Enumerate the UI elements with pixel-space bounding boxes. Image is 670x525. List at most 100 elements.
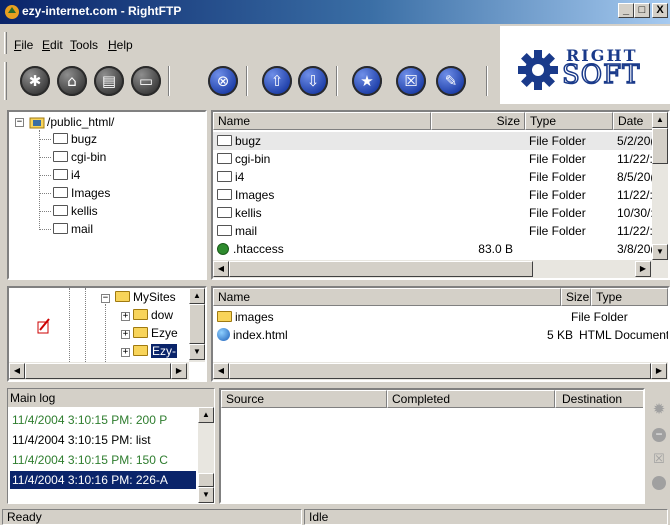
scroll-left-arrow[interactable]: ◀ xyxy=(213,261,229,277)
transfer-queue[interactable]: Source Completed Destination xyxy=(219,388,645,504)
properties-icon[interactable]: ☒ xyxy=(396,66,426,96)
menu-grip xyxy=(4,32,7,54)
column-header-size[interactable]: Size xyxy=(561,288,591,306)
scroll-thumb[interactable] xyxy=(198,473,214,487)
scroll-up-arrow[interactable]: ▲ xyxy=(198,407,214,423)
toolbar-separator xyxy=(168,66,170,96)
scroll-right-arrow[interactable]: ▶ xyxy=(635,261,651,277)
tree-item[interactable]: kellis xyxy=(53,204,98,218)
tree-item-selected[interactable]: Ezy- xyxy=(133,344,177,358)
scroll-left-arrow[interactable]: ◀ xyxy=(213,363,229,379)
local-folder-tree[interactable]: − MySites + dow + Ezye + Ezy- ▲ ▼ ◀ ▶ xyxy=(7,286,207,382)
connect-icon[interactable]: ✱ xyxy=(20,66,50,96)
site-manager-icon[interactable]: ▤ xyxy=(94,66,124,96)
vertical-scrollbar[interactable]: ▲ ▼ xyxy=(198,407,214,503)
tree-item[interactable]: dow xyxy=(133,308,173,322)
scroll-left-arrow[interactable]: ◀ xyxy=(9,363,25,379)
tree-item[interactable]: MySites xyxy=(115,290,176,304)
menu-tools[interactable]: Tools xyxy=(70,38,98,52)
log-list[interactable]: 11/4/2004 3:10:15 PM: 200 P 11/4/2004 3:… xyxy=(8,407,214,503)
scroll-thumb[interactable] xyxy=(652,128,668,164)
column-header-source[interactable]: Source xyxy=(221,390,387,408)
file-name: Images xyxy=(235,188,275,202)
scroll-thumb[interactable] xyxy=(25,363,171,379)
scroll-down-arrow[interactable]: ▼ xyxy=(198,487,214,503)
tree-item[interactable]: Ezye xyxy=(133,326,178,340)
main-log-title: Main log xyxy=(8,389,214,407)
file-row[interactable]: kellis File Folder 10/30/: xyxy=(213,204,653,222)
file-row[interactable]: bugz File Folder 5/2/20( xyxy=(213,132,653,150)
menu-file[interactable]: File xyxy=(14,38,33,52)
status-bar: Ready Idle xyxy=(0,508,670,525)
vertical-scrollbar[interactable]: ▲ ▼ xyxy=(189,288,205,362)
file-date: 8/5/20( xyxy=(617,170,653,184)
scroll-thumb[interactable] xyxy=(189,304,205,344)
new-folder-icon[interactable]: ★ xyxy=(352,66,382,96)
tree-line xyxy=(39,175,51,176)
file-name: kellis xyxy=(235,206,262,220)
expand-toggle[interactable]: + xyxy=(121,330,130,339)
gear-icon xyxy=(518,50,558,90)
disconnect-icon[interactable]: ⌂ xyxy=(57,66,87,96)
tree-item[interactable]: i4 xyxy=(53,168,80,182)
scroll-right-arrow[interactable]: ▶ xyxy=(171,363,187,379)
remote-tree-root[interactable]: /public_html/ xyxy=(47,115,114,129)
expand-toggle[interactable]: + xyxy=(121,312,130,321)
abort-icon[interactable]: ⊗ xyxy=(208,66,238,96)
column-header-name[interactable]: Name xyxy=(213,112,431,130)
file-row[interactable]: .htaccess 83.0 B 3/8/20( xyxy=(213,240,653,258)
file-row[interactable]: images File Folder xyxy=(213,308,668,326)
column-header-type[interactable]: Type xyxy=(591,288,668,306)
horizontal-scrollbar[interactable]: ◀ ▶ xyxy=(213,362,668,380)
settings-icon[interactable]: ✹ xyxy=(651,402,667,418)
minimize-button[interactable]: _ xyxy=(618,3,634,18)
title-bar[interactable]: ezy-internet.com - RightFTP _ □ X xyxy=(0,0,670,24)
tree-item-label: Ezy- xyxy=(151,344,177,358)
file-row[interactable]: index.html 5 KB HTML Document xyxy=(213,326,668,344)
tree-item[interactable]: Images xyxy=(53,186,110,200)
column-header-destination[interactable]: Destination xyxy=(555,390,643,408)
horizontal-scrollbar[interactable]: ◀ ▶ xyxy=(9,362,189,380)
file-row[interactable]: cgi-bin File Folder 11/22/: xyxy=(213,150,653,168)
collapse-toggle[interactable]: − xyxy=(15,118,24,127)
column-header-name[interactable]: Name xyxy=(213,288,561,306)
menu-edit[interactable]: Edit xyxy=(42,38,63,52)
horizontal-scrollbar[interactable]: ◀ ▶ xyxy=(213,260,668,278)
column-header-size[interactable]: Size xyxy=(431,112,525,130)
scroll-down-arrow[interactable]: ▼ xyxy=(189,344,205,360)
scroll-down-arrow[interactable]: ▼ xyxy=(652,244,668,260)
expand-toggle[interactable]: + xyxy=(121,348,130,357)
pause-icon[interactable] xyxy=(652,476,666,490)
maximize-button[interactable]: □ xyxy=(634,3,650,18)
tree-item[interactable]: cgi-bin xyxy=(53,150,106,164)
delete-icon[interactable]: ☒ xyxy=(652,452,666,466)
tree-item[interactable]: bugz xyxy=(53,132,97,146)
close-button[interactable]: X xyxy=(652,3,668,18)
scroll-right-arrow[interactable]: ▶ xyxy=(651,363,667,379)
scroll-up-arrow[interactable]: ▲ xyxy=(189,288,205,304)
tree-item[interactable]: mail xyxy=(53,222,93,236)
file-size: 83.0 B xyxy=(478,242,513,256)
collapse-toggle[interactable]: − xyxy=(101,294,110,303)
delete-icon[interactable]: ✎ xyxy=(436,66,466,96)
stop-icon[interactable]: − xyxy=(652,428,666,442)
upload-icon[interactable]: ⇧ xyxy=(262,66,292,96)
column-header-date[interactable]: Date xyxy=(613,112,653,130)
column-header-completed[interactable]: Completed xyxy=(387,390,555,408)
scroll-thumb[interactable] xyxy=(229,363,651,379)
terminal-icon[interactable]: ▭ xyxy=(131,66,161,96)
scroll-thumb[interactable] xyxy=(229,261,533,277)
file-row[interactable]: i4 File Folder 8/5/20( xyxy=(213,168,653,186)
vertical-scrollbar[interactable]: ▲ ▼ xyxy=(652,112,668,260)
file-date: 5/2/20( xyxy=(617,134,653,148)
local-file-list[interactable]: Name Size Type images File Folder index.… xyxy=(211,286,670,382)
scroll-up-arrow[interactable]: ▲ xyxy=(652,112,668,128)
file-row[interactable]: Images File Folder 11/22/: xyxy=(213,186,653,204)
menu-help[interactable]: Help xyxy=(108,38,133,52)
file-row[interactable]: mail File Folder 11/22/: xyxy=(213,222,653,240)
column-header-type[interactable]: Type xyxy=(525,112,613,130)
remote-folder-tree[interactable]: − /public_html/ bugz cgi-bin i4 Images k… xyxy=(7,110,207,280)
download-icon[interactable]: ⇩ xyxy=(298,66,328,96)
log-text: 11/4/2004 3:10:16 PM: 226-A xyxy=(12,473,168,487)
remote-file-list[interactable]: Name Size Type Date bugz File Folder 5/2… xyxy=(211,110,670,280)
